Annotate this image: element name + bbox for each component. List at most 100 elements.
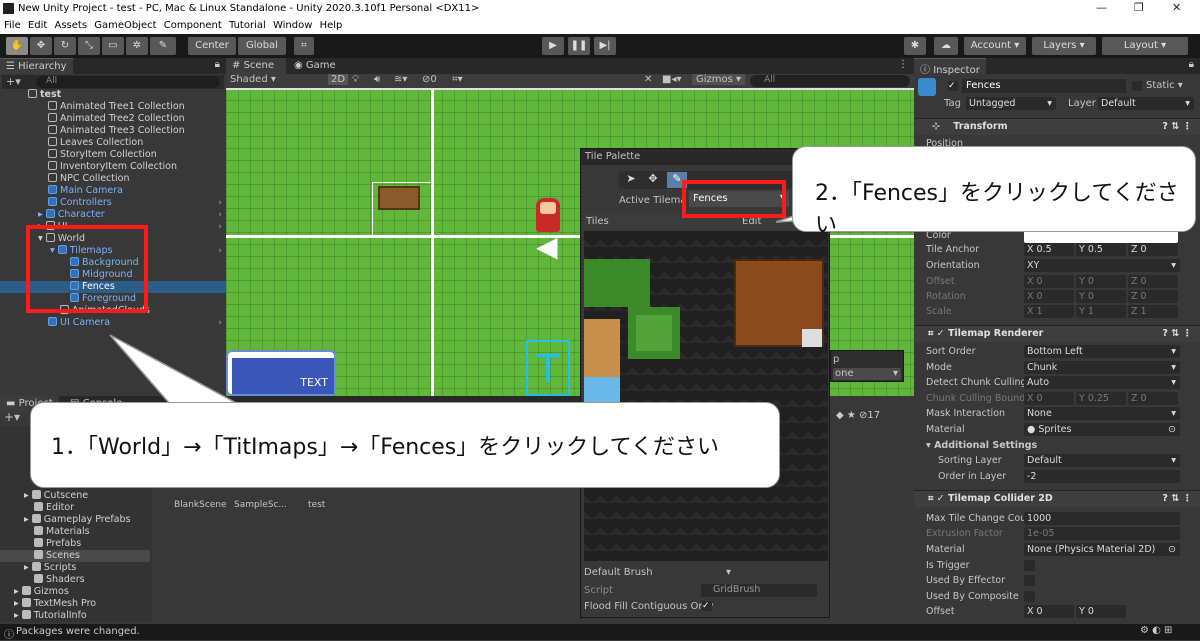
menu-assets[interactable]: Assets [54,20,87,31]
hidden-objects-icon[interactable]: ⊘0 [422,74,437,85]
collider-offset-y[interactable]: Y 0 [1076,605,1126,618]
move-tool-icon[interactable]: ✥ [30,37,52,55]
folder-item[interactable]: ▸ TextMesh Pro [0,598,150,610]
folder-item[interactable]: Editor [0,502,150,514]
folder-item[interactable]: Shaders [0,574,150,586]
menu-component[interactable]: Component [164,20,222,31]
hierarchy-item[interactable]: Animated Tree3 Collection [0,125,226,137]
layout-dropdown[interactable]: Layout ▾ [1102,37,1188,55]
move-tool-icon[interactable]: ✥ [643,172,663,188]
object-picker-icon[interactable]: ⊙ [1168,423,1176,436]
asset-item[interactable]: test [308,500,325,510]
transform-section[interactable]: ⊹ Transform? ⇅ ⋮ [914,118,1200,135]
lock-icon[interactable]: 🔒︎ [215,59,220,70]
add-asset-icon[interactable]: +▾ [4,410,20,424]
hierarchy-item[interactable]: StoryItem Collection [0,149,226,161]
mode-dropdown[interactable]: Chunk ▾ [1024,361,1180,374]
scale-tool-icon[interactable]: ⤡ [78,37,100,55]
status-icons[interactable]: ⚙ ◐ ⊞ [1140,625,1172,636]
collider-offset-x[interactable]: X 0 [1024,605,1074,618]
collab-icon[interactable]: ✱ [904,37,926,55]
hierarchy-item[interactable]: UI Camera › [0,317,226,329]
is-trigger-checkbox[interactable] [1024,560,1035,571]
used-by-composite-checkbox[interactable] [1024,591,1035,602]
folder-item[interactable]: ▸ Cutscene [0,490,150,502]
tag-dropdown[interactable]: Untagged ▾ [966,97,1056,110]
cloud-icon[interactable]: ☁ [934,37,958,55]
gizmos-dropdown[interactable]: Gizmos ▾ [692,74,746,85]
hierarchy-item[interactable]: Controllers › [0,197,226,209]
orientation-dropdown[interactable]: XY ▾ [1024,259,1180,272]
effects-icon[interactable]: ≋▾ [394,74,407,85]
pivot-center-button[interactable]: Center [188,37,236,55]
menu-tutorial[interactable]: Tutorial [229,20,266,31]
kebab-menu-icon[interactable]: ⋮ [898,59,908,70]
add-icon[interactable]: +▾ [6,75,21,88]
account-dropdown[interactable]: Account ▾ [964,37,1026,55]
close-icon[interactable]: ✕ [1172,1,1181,14]
hierarchy-item[interactable]: NPC Collection [0,173,226,185]
hierarchy-search-input[interactable]: All [36,76,220,88]
tab-game[interactable]: ◉ Game [288,58,348,74]
brush-dropdown[interactable]: Default Brush ▾ [584,567,828,581]
object-name-field[interactable]: Fences [962,79,1126,93]
hierarchy-item[interactable]: Main Camera [0,185,226,197]
menu-gameobject[interactable]: GameObject [94,20,156,31]
layers-dropdown[interactable]: Layers ▾ [1032,37,1096,55]
layer-dropdown[interactable]: Default ▾ [1098,97,1194,110]
hierarchy-item[interactable]: Leaves Collection [0,137,226,149]
select-tool-icon[interactable]: ➤ [621,172,641,188]
toggle-2d-button[interactable]: 2D [328,74,349,85]
used-by-effector-checkbox[interactable] [1024,575,1035,586]
tilemap-popup-dropdown[interactable]: one ▾ [833,368,901,380]
order-in-layer-field[interactable]: -2 [1024,470,1180,483]
audio-icon[interactable]: 🔊︎ [374,74,380,85]
transform-tool-icon[interactable]: ✲ [126,37,148,55]
grid-snap-icon[interactable]: ⌗ [294,37,314,55]
custom-tool-icon[interactable]: ✎ [150,37,176,55]
tilemap-collider-section[interactable]: ⌗ ✓ Tilemap Collider 2D? ⇅ ⋮ [914,490,1200,507]
tile-grid[interactable] [584,231,828,561]
play-button[interactable]: ▶ [542,37,564,55]
anchor-z-field[interactable]: Z 0 [1128,243,1178,256]
collider-material-field[interactable]: None (Physics Material 2D) ⊙ [1024,543,1180,556]
step-button[interactable]: ▶| [594,37,616,55]
scene-root[interactable]: test [0,89,226,101]
lighting-icon[interactable]: 💡︎ [352,74,359,85]
folder-item[interactable]: ▸ Scripts [0,562,150,574]
max-tile-field[interactable]: 1000 [1024,512,1180,525]
material-field[interactable]: ● Sprites ⊙ [1024,423,1180,436]
lock-icon[interactable]: 🔒︎ [1189,59,1194,70]
additional-settings-foldout[interactable]: ▾ Additional Settings [926,440,1196,454]
hand-tool-icon[interactable]: ✋ [6,37,28,55]
static-dropdown[interactable]: Static ▾ [1146,80,1183,91]
rotate-tool-icon[interactable]: ↻ [54,37,76,55]
sort-order-dropdown[interactable]: Bottom Left ▾ [1024,345,1180,358]
folder-item[interactable]: Materials [0,526,150,538]
tab-scene[interactable]: # Scene [226,58,286,74]
static-checkbox[interactable] [1132,81,1142,91]
active-checkbox[interactable]: ✓ [948,81,958,91]
object-picker-icon[interactable]: ⊙ [1168,543,1176,556]
pivot-global-button[interactable]: Global [238,37,286,55]
folder-item[interactable]: Prefabs [0,538,150,550]
menu-help[interactable]: Help [320,20,343,31]
sorting-layer-dropdown[interactable]: Default ▾ [1024,454,1180,467]
mask-interaction-dropdown[interactable]: None ▾ [1024,407,1180,420]
tools-icon[interactable]: ✕ [644,74,652,85]
settings-icon[interactable]: ? ⇅ ⋮ [1162,119,1192,135]
hierarchy-tab[interactable]: ☰ Hierarchy [0,58,73,74]
asset-item[interactable]: BlankScene [174,500,227,510]
settings-icon[interactable]: ? ⇅ ⋮ [1162,326,1192,342]
hierarchy-item[interactable]: Animated Tree2 Collection [0,113,226,125]
folder-item[interactable]: ▸ TutorialInfo [0,610,150,622]
menu-edit[interactable]: Edit [28,20,47,31]
settings-icon[interactable]: ? ⇅ ⋮ [1162,491,1192,507]
anchor-x-field[interactable]: X 0.5 [1024,243,1074,256]
menu-window[interactable]: Window [273,20,312,31]
tilemap-renderer-section[interactable]: ⌗ ✓ Tilemap Renderer? ⇅ ⋮ [914,325,1200,342]
scene-search-input[interactable]: All [750,75,910,87]
minimize-icon[interactable]: — [1096,1,1107,14]
flood-fill-checkbox[interactable]: ✓ [702,601,712,611]
folder-item-scenes[interactable]: Scenes [0,550,150,562]
